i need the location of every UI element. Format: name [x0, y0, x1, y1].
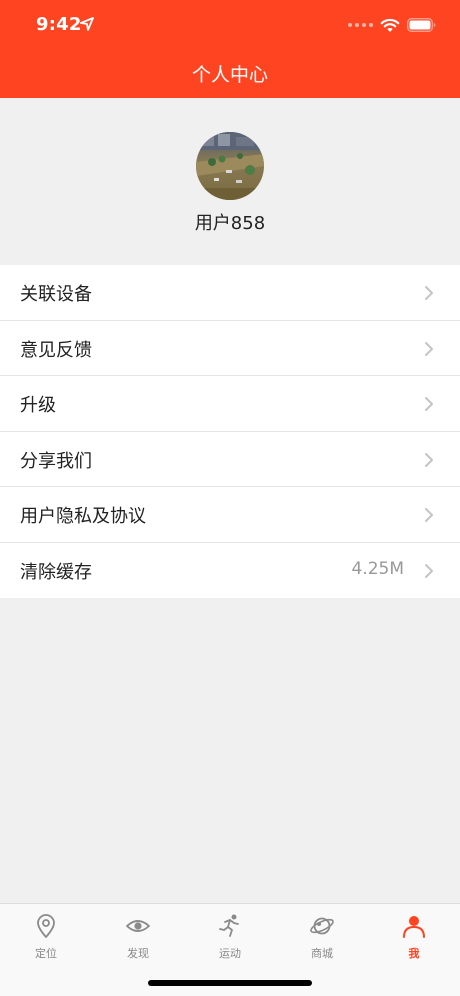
person-icon	[403, 916, 425, 938]
chevron-right-icon	[425, 508, 433, 522]
menu-item-linked-devices[interactable]: 关联设备	[0, 265, 460, 321]
header: 9:42 个人中心	[0, 0, 460, 98]
menu-item-clear-cache[interactable]: 清除缓存 4.25M	[0, 542, 460, 598]
username: 用户858	[194, 213, 266, 234]
tab-label: 定位	[35, 947, 57, 960]
menu-item-label: 清除缓存	[20, 561, 92, 583]
tab-label: 我	[408, 947, 420, 960]
eye-icon	[126, 920, 150, 932]
menu-item-feedback[interactable]: 意见反馈	[0, 320, 460, 376]
menu-item-share[interactable]: 分享我们	[0, 431, 460, 487]
tab-label: 商城	[311, 947, 333, 960]
menu-list: 关联设备 意见反馈 升级 分享我们 用户隐私及协议 清除缓存 4.25M	[0, 265, 460, 598]
tab-label: 发现	[127, 947, 149, 960]
chevron-right-icon	[425, 341, 433, 356]
status-bar: 9:42	[0, 0, 460, 52]
chevron-right-icon	[425, 452, 433, 467]
battery-icon	[407, 18, 436, 32]
status-indicators	[348, 17, 436, 33]
chevron-right-icon	[425, 563, 433, 578]
chevron-right-icon	[425, 397, 433, 411]
tab-sports[interactable]: 运动	[184, 904, 276, 964]
home-indicator[interactable]	[148, 980, 312, 986]
avatar[interactable]	[196, 132, 264, 200]
location-pin-icon	[37, 914, 55, 938]
cache-size-value: 4.25M	[351, 558, 404, 579]
screen: 9:42 个人中心 用户858 关联设备 意见反馈 升级 分享我们 用户隐私及协…	[0, 0, 460, 996]
planet-icon	[310, 917, 334, 935]
menu-item-label: 意见反馈	[20, 339, 92, 361]
tab-me[interactable]: 我	[368, 904, 460, 964]
page-title: 个人中心	[191, 64, 268, 86]
menu-item-label: 关联设备	[20, 284, 92, 305]
status-time: 9:42	[36, 14, 82, 35]
tab-label: 运动	[219, 947, 241, 960]
menu-item-label: 升级	[20, 395, 56, 416]
tab-discover[interactable]: 发现	[92, 904, 184, 964]
cellular-signal-icon	[348, 23, 373, 27]
tab-location[interactable]: 定位	[0, 904, 92, 964]
menu-item-upgrade[interactable]: 升级	[0, 376, 460, 432]
tab-mall[interactable]: 商城	[276, 904, 368, 964]
menu-item-label: 用户隐私及协议	[20, 506, 146, 527]
chevron-right-icon	[425, 286, 433, 300]
wifi-icon	[380, 18, 400, 32]
menu-item-privacy-policy[interactable]: 用户隐私及协议	[0, 487, 460, 543]
menu-item-label: 分享我们	[20, 450, 92, 472]
running-person-icon	[219, 914, 239, 937]
location-arrow-icon	[80, 17, 94, 31]
profile-section: 用户858	[0, 98, 460, 265]
avatar-image	[196, 132, 264, 200]
